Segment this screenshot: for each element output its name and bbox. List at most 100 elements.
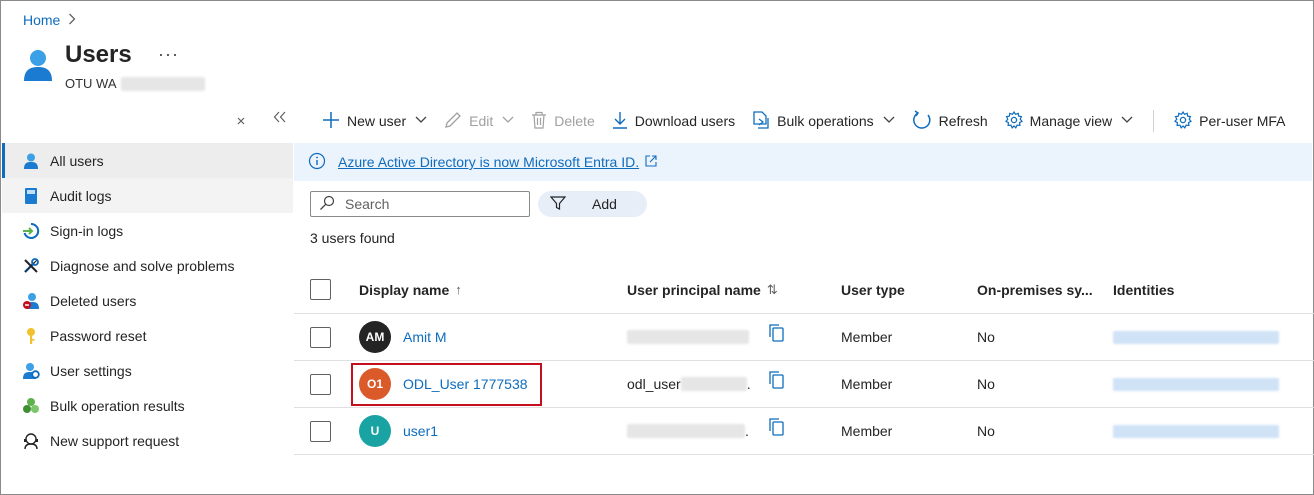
copy-icon[interactable]: [768, 324, 784, 345]
sidebar-item-label: User settings: [50, 362, 132, 379]
pencil-icon: [444, 111, 462, 132]
page-subtitle: OTU WA: [65, 76, 205, 91]
on-premises-cell: No: [977, 423, 995, 439]
download-icon: [612, 111, 628, 132]
manage-view-button[interactable]: Manage view: [1004, 110, 1134, 132]
book-icon: [22, 187, 40, 205]
sidebar-item-all-users[interactable]: All users: [2, 143, 293, 178]
upn-text-tail: .: [746, 376, 751, 392]
sidebar-item-user-settings[interactable]: User settings: [2, 353, 293, 388]
row-checkbox[interactable]: [310, 420, 331, 442]
display-name-cell: U user1: [359, 408, 438, 454]
redacted-upn: [680, 377, 747, 391]
bulk-results-icon: [22, 397, 40, 415]
wrench-icon: [22, 257, 40, 275]
table-row[interactable]: U user1 . Member No: [294, 408, 1314, 455]
users-table: Display name ↑ User principal name ⇅ Use…: [294, 266, 1314, 455]
sort-icon: ⇅: [766, 281, 778, 297]
sidebar-item-password-reset[interactable]: Password reset: [2, 318, 293, 353]
on-premises-cell: No: [977, 329, 995, 345]
sidebar-item-label: Bulk operation results: [50, 397, 185, 414]
upn-cell: odl_user .: [627, 361, 751, 407]
user-type-cell: Member: [841, 329, 893, 345]
on-premises-cell: No: [977, 376, 995, 392]
sidebar-item-sign-in-logs[interactable]: Sign-in logs: [2, 213, 293, 248]
avatar: AM: [359, 321, 391, 353]
row-select-cell: [310, 408, 331, 454]
highlight-box: [351, 363, 542, 406]
chevron-down-icon: [1121, 115, 1133, 127]
toolbar-divider: [1153, 110, 1155, 132]
identities-cell: [1113, 314, 1279, 360]
download-label: Download users: [634, 113, 736, 129]
sidebar-item-label: Sign-in logs: [50, 222, 124, 239]
sign-in-icon: [22, 222, 40, 240]
sidebar-item-bulk-results[interactable]: Bulk operation results: [2, 388, 293, 423]
edit-label: Edit: [469, 113, 494, 129]
new-user-label: New user: [347, 113, 407, 129]
column-header-upn[interactable]: User principal name ⇅: [627, 266, 778, 313]
redacted-upn: [627, 424, 745, 438]
sidebar-item-audit-logs[interactable]: Audit logs: [2, 178, 293, 213]
edit-button[interactable]: Edit: [444, 111, 514, 132]
toolbar: New user Edit Delete Download users Bulk…: [322, 108, 1303, 134]
add-filter-label: Add: [592, 196, 617, 212]
bulk-operations-icon: [752, 110, 770, 132]
user-name-link[interactable]: user1: [403, 423, 438, 439]
table-row[interactable]: AM Amit M Member No: [294, 314, 1314, 361]
download-users-button[interactable]: Download users: [612, 111, 735, 132]
column-header-display-name[interactable]: Display name ↑: [359, 266, 462, 313]
manage-view-label: Manage view: [1029, 113, 1113, 129]
table-row[interactable]: O1 ODL_User 1777538 odl_user . Member No: [294, 361, 1314, 408]
add-filter-button[interactable]: Add: [538, 191, 647, 217]
sidebar-item-label: All users: [50, 152, 104, 169]
copy-icon[interactable]: [768, 371, 784, 392]
results-count: 3 users found: [310, 230, 395, 246]
per-user-mfa-label: Per-user MFA: [1199, 113, 1286, 129]
info-banner: Azure Active Directory is now Microsoft …: [294, 143, 1312, 181]
user-type-cell: Member: [841, 376, 893, 392]
select-all-checkbox[interactable]: [310, 279, 331, 300]
sidebar-item-diagnose[interactable]: Diagnose and solve problems: [2, 248, 293, 283]
info-icon: [308, 152, 326, 173]
column-header-user-type[interactable]: User type: [841, 266, 905, 313]
redacted-upn: [627, 330, 749, 344]
row-checkbox[interactable]: [310, 326, 331, 348]
per-user-mfa-button[interactable]: Per-user MFA: [1174, 110, 1286, 132]
sidebar-item-deleted-users[interactable]: Deleted users: [2, 283, 293, 318]
external-link-icon[interactable]: [645, 154, 657, 170]
key-icon: [22, 327, 40, 345]
plus-icon: [322, 111, 340, 132]
new-user-button[interactable]: New user: [322, 111, 427, 132]
sidebar-item-new-support[interactable]: New support request: [2, 423, 293, 458]
row-checkbox[interactable]: [310, 373, 331, 395]
column-header-identities[interactable]: Identities: [1113, 266, 1174, 313]
search-input[interactable]: [345, 196, 515, 212]
chevron-right-icon: [68, 13, 76, 28]
sidebar-item-label: Deleted users: [50, 292, 137, 309]
refresh-label: Refresh: [938, 113, 988, 129]
redacted-identity: [1113, 424, 1279, 438]
refresh-button[interactable]: Refresh: [912, 109, 988, 133]
sidebar-item-label: Password reset: [50, 327, 147, 344]
user-name-link[interactable]: Amit M: [403, 329, 447, 345]
more-options-icon[interactable]: ···: [158, 44, 179, 65]
collapse-sidebar-icon[interactable]: [273, 110, 287, 128]
identities-cell: [1113, 408, 1279, 454]
user-type-cell: Member: [841, 423, 893, 439]
close-icon[interactable]: [236, 115, 246, 129]
breadcrumb-home-link[interactable]: Home: [23, 12, 60, 28]
filter-icon: [549, 195, 567, 214]
delete-button[interactable]: Delete: [531, 111, 595, 132]
redacted-identity: [1113, 377, 1279, 391]
bulk-operations-button[interactable]: Bulk operations: [752, 110, 895, 132]
sidebar: All users Audit logs Sign-in logs Diagno…: [2, 143, 293, 458]
column-header-on-premises[interactable]: On-premises sy...: [977, 266, 1093, 313]
copy-icon[interactable]: [768, 418, 784, 439]
chevron-down-icon: [883, 115, 895, 127]
upn-text: odl_user: [627, 376, 681, 392]
redacted-text: [120, 76, 205, 91]
entra-rename-link[interactable]: Azure Active Directory is now Microsoft …: [338, 154, 639, 170]
sort-ascending-icon: ↑: [455, 282, 462, 297]
redacted-identity: [1113, 330, 1279, 344]
